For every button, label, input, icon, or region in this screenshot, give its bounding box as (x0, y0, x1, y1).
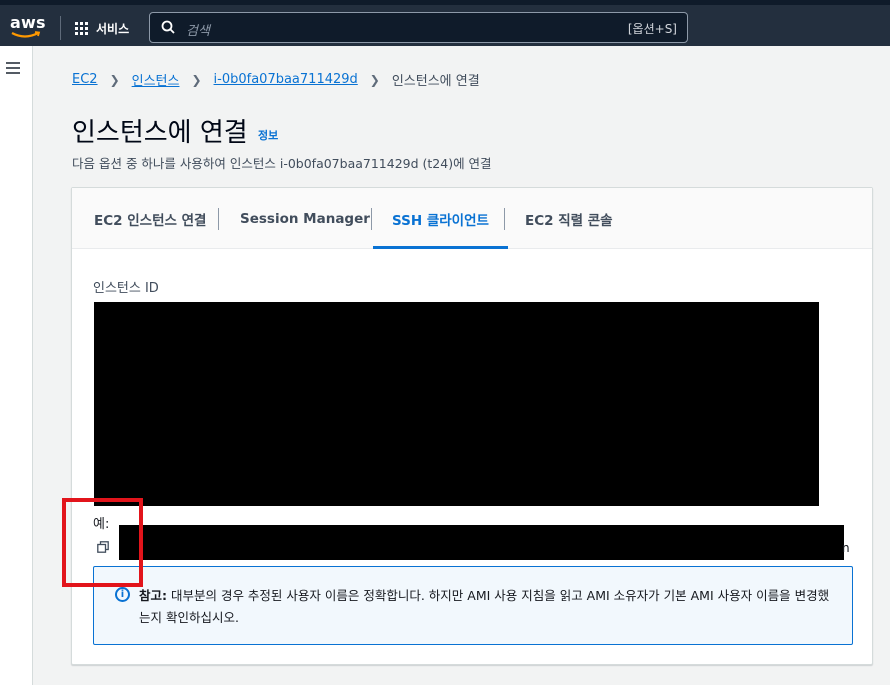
chevron-right-icon: ❯ (369, 72, 380, 87)
breadcrumb: EC2 ❯ 인스턴스 ❯ i-0b0fa07baa711429d ❯ 인스턴스에… (72, 70, 480, 89)
highlight-box (62, 498, 143, 587)
tab-divider (504, 208, 505, 230)
breadcrumb-instance-id[interactable]: i-0b0fa07baa711429d (214, 72, 358, 87)
page-title: 인스턴스에 연결 (72, 118, 248, 148)
info-alert-prefix: 참고: (139, 588, 167, 603)
info-alert-body: 대부분의 경우 추정된 사용자 이름은 정확합니다. 하지만 AMI 사용 지침… (139, 588, 830, 625)
tab-ssh-client[interactable]: SSH 클라이언트 (373, 188, 508, 249)
tab-list: EC2 인스턴스 연결 Session Manager SSH 클라이언트 EC… (72, 188, 872, 249)
redacted-instructions (94, 302, 819, 506)
search-input[interactable]: 검색 (186, 20, 210, 39)
aws-smile-icon (11, 31, 41, 38)
tab-session-manager[interactable]: Session Manager (240, 188, 370, 249)
info-alert-text: 참고: 대부분의 경우 추정된 사용자 이름은 정확합니다. 하지만 AMI 사… (139, 585, 839, 629)
example-command-tail: n (842, 541, 850, 555)
search-icon (161, 20, 175, 34)
tab-divider (371, 208, 372, 230)
top-navigation: aws 서비스 검색 [옵션+S] (0, 0, 890, 46)
menu-icon[interactable] (6, 62, 20, 77)
connect-options-panel: EC2 인스턴스 연결 Session Manager SSH 클라이언트 EC… (71, 187, 873, 665)
aws-logo[interactable]: aws (10, 13, 46, 41)
tab-ec2-serial-console[interactable]: EC2 직렬 콘솔 (525, 188, 613, 249)
side-navigation-rail (0, 46, 33, 685)
breadcrumb-current: 인스턴스에 연결 (391, 74, 480, 89)
nav-divider (60, 16, 61, 40)
grid-icon (75, 21, 88, 35)
services-label: 서비스 (96, 21, 130, 36)
aws-logo-text: aws (10, 13, 46, 32)
page-subtitle: 다음 옵션 중 하나를 사용하여 인스턴스 i-0b0fa07baa711429… (72, 156, 492, 171)
chevron-right-icon: ❯ (109, 72, 120, 87)
info-alert: i 참고: 대부분의 경우 추정된 사용자 이름은 정확합니다. 하지만 AMI… (93, 566, 853, 645)
info-link[interactable]: 정보 (258, 127, 278, 143)
breadcrumb-ec2[interactable]: EC2 (72, 72, 98, 87)
tab-divider (218, 208, 219, 230)
instance-id-label: 인스턴스 ID (93, 281, 159, 296)
tab-ec2-instance-connect[interactable]: EC2 인스턴스 연결 (94, 188, 206, 249)
services-menu-button[interactable]: 서비스 (75, 17, 129, 39)
breadcrumb-instances[interactable]: 인스턴스 (132, 70, 180, 89)
redacted-example-command (119, 525, 844, 560)
info-icon: i (115, 587, 130, 602)
search-bar[interactable]: 검색 [옵션+S] (149, 12, 688, 43)
chevron-right-icon: ❯ (191, 72, 202, 87)
search-shortcut-hint: [옵션+S] (627, 22, 677, 36)
